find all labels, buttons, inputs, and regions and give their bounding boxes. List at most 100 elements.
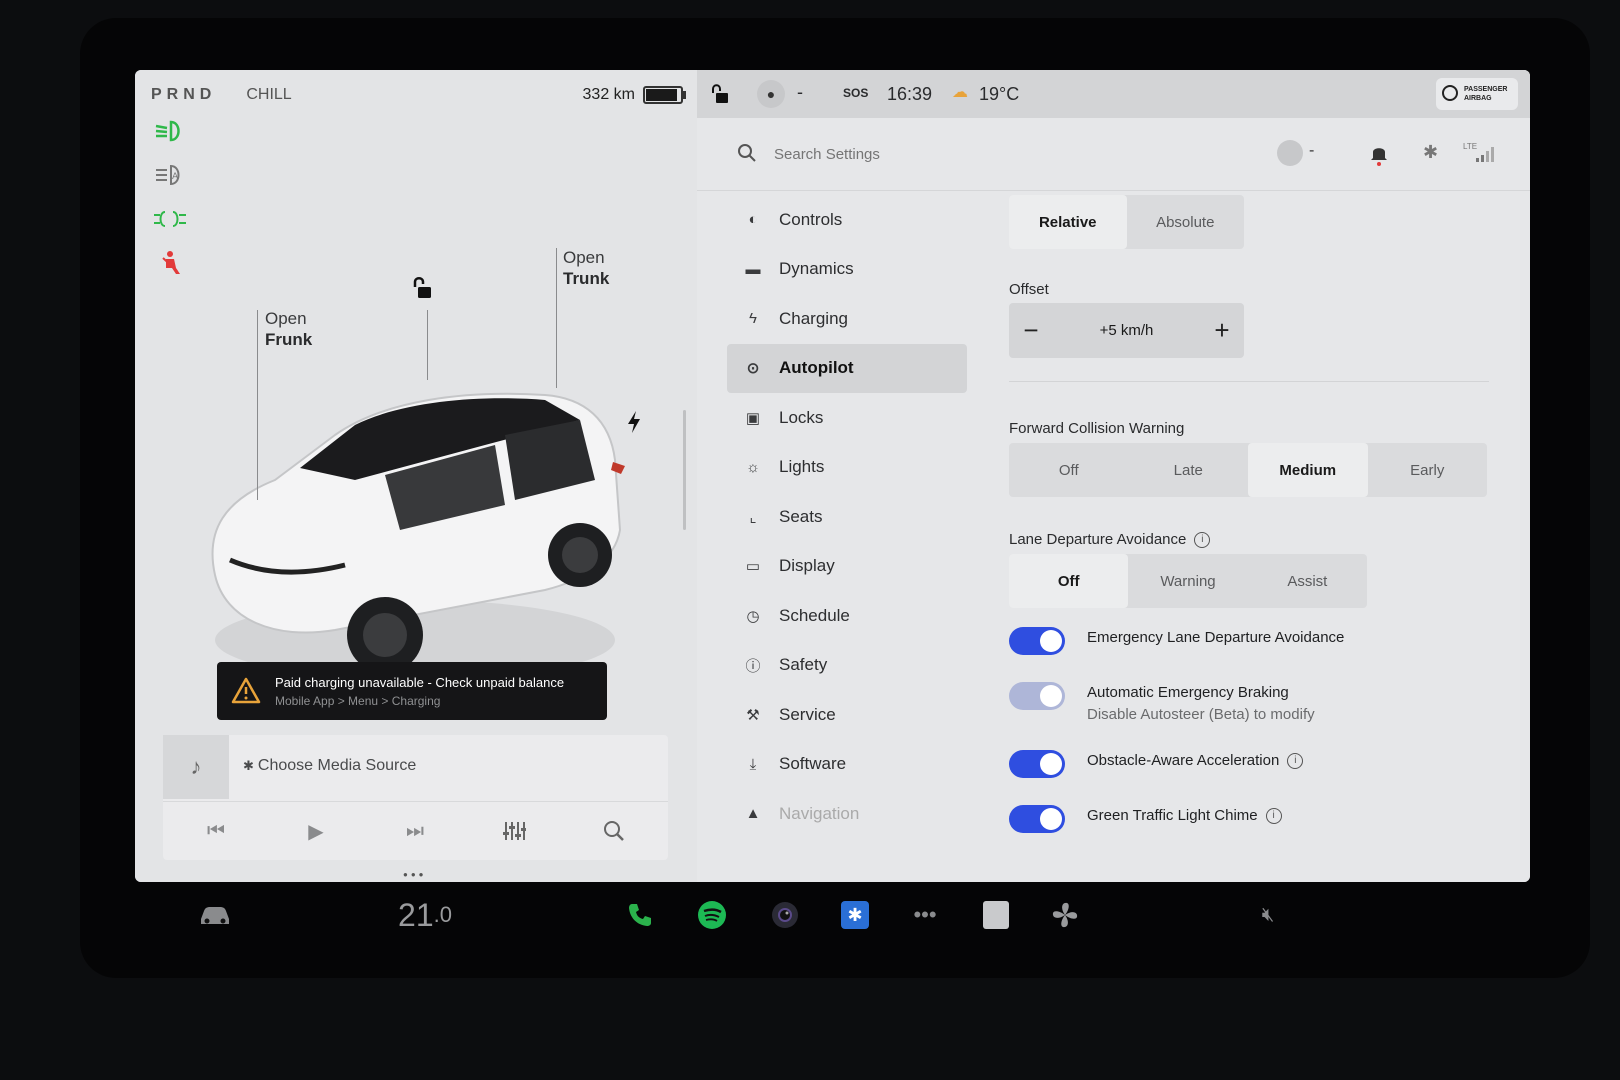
open-frunk-label: Open — [265, 309, 307, 328]
nav-item-label: Navigation — [779, 803, 860, 823]
lda-option-warning[interactable]: Warning — [1128, 554, 1247, 608]
nav-item-seats[interactable]: ⌞ Seats — [727, 492, 967, 542]
cellular-signal-icon — [1476, 147, 1494, 162]
info-icon[interactable]: i — [1287, 753, 1304, 770]
media-search-icon[interactable] — [599, 816, 629, 846]
toggle-label: Green Traffic Light Chime i — [1087, 807, 1282, 825]
next-track-icon[interactable]: ⏭ — [400, 816, 430, 846]
nav-item-software[interactable]: ⤓ Software — [727, 740, 967, 790]
bluetooth-app-icon[interactable]: ✱ — [835, 895, 875, 935]
clock-time: 16:39 — [887, 84, 933, 104]
open-trunk-button[interactable]: Open Trunk — [563, 247, 609, 289]
settings-search-bar: - ✱ LTE — [697, 118, 1530, 191]
trunk-label: Trunk — [563, 269, 610, 288]
toggle-label-text: Obstacle-Aware Acceleration — [1087, 752, 1280, 769]
battery-icon — [643, 86, 686, 104]
nav-item-label: Charging — [779, 308, 848, 328]
decrease-offset-button[interactable]: − — [1009, 315, 1053, 346]
volume-mute-icon[interactable]: 🔇︎ — [1248, 895, 1288, 935]
offset-value: +5 km/h — [1099, 322, 1154, 339]
nav-item-display[interactable]: ▭ Display — [727, 542, 967, 592]
wrench-icon: ⚒ — [746, 706, 760, 724]
nav-item-autopilot[interactable]: ⊙ Autopilot — [727, 343, 967, 393]
search-profile-dash: - — [1309, 142, 1315, 159]
charge-port-icon[interactable] — [625, 410, 643, 434]
phone-icon[interactable] — [620, 895, 660, 935]
spotify-icon[interactable] — [692, 895, 732, 935]
pane-divider-handle[interactable] — [683, 410, 686, 530]
bolt-icon: ϟ — [749, 310, 757, 328]
auto-high-beam-icon: A — [156, 164, 180, 186]
car-icon[interactable] — [195, 895, 235, 935]
nav-item-charging[interactable]: ϟ Charging — [727, 294, 967, 344]
nav-item-label: Software — [779, 754, 847, 774]
more-apps-icon[interactable]: ••• — [905, 895, 945, 935]
airbag-line2: AIRBAG — [1464, 95, 1492, 102]
info-circle-icon: ⓘ — [745, 657, 761, 675]
media-source-label: Choose Media Source — [257, 757, 417, 774]
media-player: ♪ ✱ Choose Media Source ⏮ ▶ ⏭ — [163, 735, 668, 860]
steering-wheel-icon: ⊙ — [746, 360, 760, 378]
toggle-knob — [1040, 685, 1062, 707]
camera-icon[interactable] — [765, 895, 805, 935]
info-icon[interactable]: i — [1194, 532, 1211, 549]
speed-mode-option-absolute[interactable]: Absolute — [1127, 195, 1245, 249]
nav-item-navigation[interactable]: ▲ Navigation — [727, 789, 967, 839]
passenger-airbag-indicator: PASSENGER AIRBAG — [1436, 78, 1518, 110]
equalizer-icon[interactable] — [499, 816, 529, 846]
fcw-option-late[interactable]: Late — [1129, 443, 1249, 497]
toggle-switch[interactable] — [1009, 627, 1065, 655]
drive-status-bar: PRND CHILL 332 km — [151, 82, 686, 108]
lda-option-off[interactable]: Off — [1009, 554, 1129, 608]
toggle-switch[interactable] — [1009, 750, 1065, 778]
previous-track-icon[interactable]: ⏮ — [201, 816, 231, 846]
play-icon[interactable]: ▶ — [301, 816, 331, 846]
profile-icon[interactable] — [1277, 140, 1303, 166]
clock-icon: ◷ — [746, 607, 760, 625]
toggle-label: Automatic Emergency Braking — [1087, 684, 1289, 701]
toggle-icon: ◐ — [748, 211, 758, 229]
sos-icon[interactable]: SOS — [843, 86, 868, 100]
speed-mode-option-relative[interactable]: Relative — [1009, 195, 1127, 249]
notification-bell-icon[interactable] — [1369, 142, 1389, 166]
charging-alert[interactable]: Paid charging unavailable - Check unpaid… — [217, 662, 607, 720]
bluetooth-icon: ✱ — [243, 758, 254, 773]
sun-icon: ☼ — [746, 458, 760, 476]
search-input[interactable] — [772, 138, 1076, 170]
toybox-icon[interactable] — [976, 895, 1016, 935]
driver-profile-icon[interactable]: ● — [757, 80, 785, 108]
temperature-control[interactable]: 21.0 — [380, 895, 470, 935]
toggle-label: Emergency Lane Departure Avoidance — [1087, 629, 1344, 646]
toggle-knob — [1040, 808, 1062, 830]
nav-item-safety[interactable]: ⓘ Safety — [727, 641, 967, 691]
nav-item-locks[interactable]: ▣ Locks — [727, 393, 967, 443]
forward-collision-label: Forward Collision Warning — [1009, 420, 1185, 437]
nav-item-schedule[interactable]: ◷ Schedule — [727, 591, 967, 641]
fcw-option-off[interactable]: Off — [1009, 443, 1129, 497]
top-status-bar: ● - SOS 16:39 ☁ 19°C PASSENGER AIRBAG — [697, 70, 1530, 118]
offset-label: Offset — [1009, 281, 1049, 298]
fcw-option-early[interactable]: Early — [1368, 443, 1488, 497]
nav-item-lights[interactable]: ☼ Lights — [727, 443, 967, 493]
lane-departure-label: Lane Departure Avoidance i — [1009, 531, 1211, 549]
unlock-icon[interactable] — [411, 275, 437, 301]
info-icon[interactable]: i — [1265, 808, 1282, 825]
toggle-knob — [1040, 630, 1062, 652]
nav-item-label: Autopilot — [779, 358, 854, 378]
fan-icon[interactable] — [1045, 895, 1085, 935]
seatbelt-warning-icon — [162, 251, 180, 274]
alert-path: Mobile App > Menu > Charging — [275, 694, 441, 708]
unlocked-padlock-icon[interactable] — [711, 84, 731, 104]
nav-item-dynamics[interactable]: ▬ Dynamics — [727, 245, 967, 295]
nav-item-controls[interactable]: ◐ Controls — [727, 195, 967, 245]
open-frunk-button[interactable]: Open Frunk — [265, 308, 312, 350]
toggle-switch[interactable] — [1009, 805, 1065, 833]
choose-media-source-button[interactable]: ✱ Choose Media Source — [243, 757, 416, 775]
lda-option-assist[interactable]: Assist — [1248, 554, 1367, 608]
weather-icon: ☁ — [952, 84, 968, 101]
bluetooth-status-icon: ✱ — [1423, 142, 1439, 162]
increase-offset-button[interactable]: + — [1200, 315, 1244, 346]
fcw-option-medium[interactable]: Medium — [1248, 443, 1368, 497]
nav-item-service[interactable]: ⚒ Service — [727, 690, 967, 740]
touchscreen: PRND CHILL 332 km A Open Frunk Open Trun… — [135, 70, 1530, 882]
